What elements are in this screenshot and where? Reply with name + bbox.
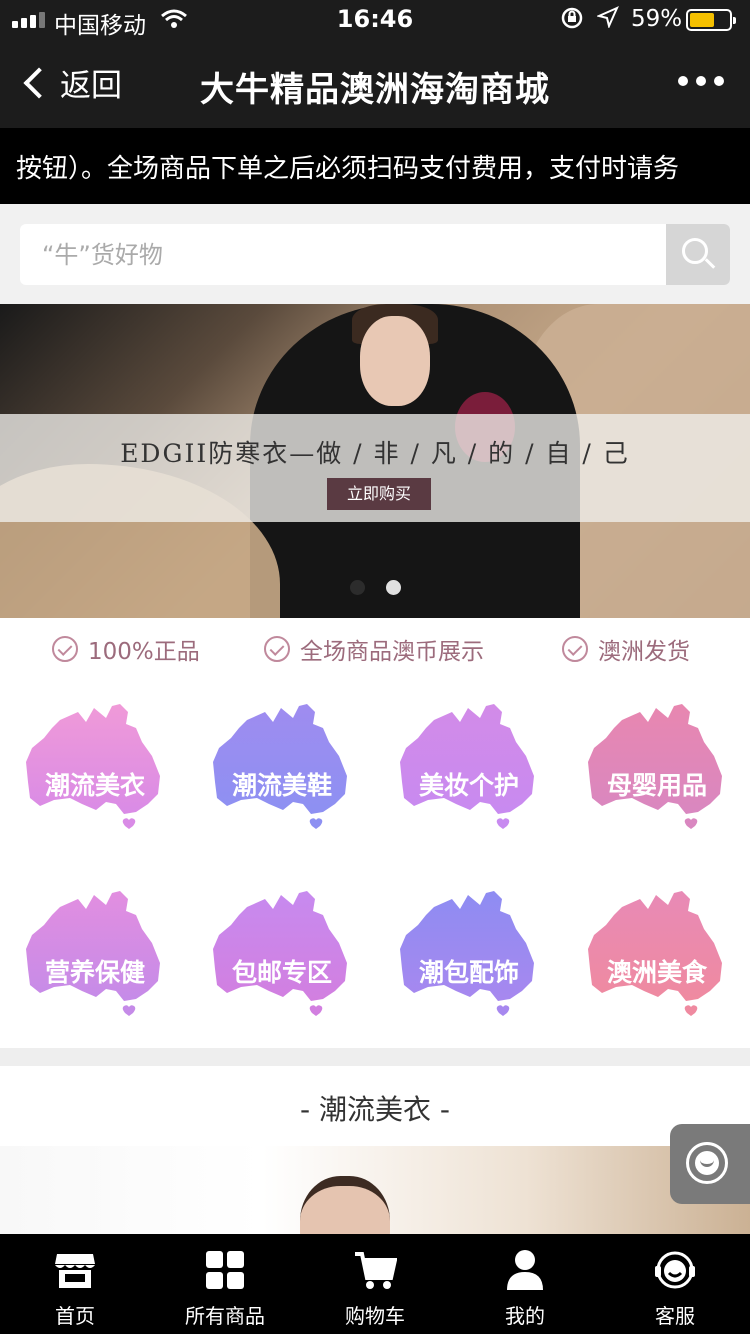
rotation-lock-icon: [560, 6, 584, 36]
section-divider: [0, 1048, 750, 1066]
search-box: [20, 224, 730, 285]
location-arrow-icon: [595, 6, 619, 34]
tab-all-products[interactable]: 所有商品: [150, 1234, 300, 1334]
carousel-dot-2-active[interactable]: [386, 580, 401, 595]
more-menu-button[interactable]: [678, 76, 724, 86]
grid-icon: [206, 1251, 244, 1289]
carousel-indicators: [0, 580, 750, 596]
carousel-dot-1[interactable]: [350, 580, 365, 595]
notice-marquee: 按钮）。全场商品下单之后必须扫码支付费用，支付时请务: [0, 128, 750, 204]
check-circle-icon: [264, 636, 290, 662]
store-icon: [55, 1254, 95, 1288]
category-item-free-shipping[interactable]: 包邮专区: [207, 885, 357, 1045]
section-banner-image[interactable]: [0, 1146, 750, 1234]
page-title: 大牛精品澳洲海淘商城: [200, 70, 550, 110]
guarantee-strip: 100%正品 全场商品澳币展示 澳洲发货: [0, 618, 750, 676]
status-bar: 中国移动 16:46 59%: [0, 0, 750, 40]
battery-icon: [686, 9, 736, 31]
category-item-bags[interactable]: 潮包配饰: [394, 885, 544, 1045]
service-icon: [655, 1251, 695, 1289]
banner-overlay: EDGII防寒衣—做 / 非 / 凡 / 的 / 自 / 己 立即购买: [0, 414, 750, 522]
guarantee-item: 澳洲发货: [562, 632, 690, 666]
guarantee-item: 100%正品: [52, 632, 200, 666]
category-grid: 潮流美衣 潮流美鞋 美妆个护 母婴用品 营养保健 包邮专区 潮包配饰 澳洲美食: [0, 680, 750, 1048]
tab-cart[interactable]: 购物车: [300, 1234, 450, 1334]
section-title: - 潮流美衣 -: [299, 1093, 450, 1126]
promo-banner[interactable]: EDGII防寒衣—做 / 非 / 凡 / 的 / 自 / 己 立即购买: [0, 304, 750, 618]
category-item-shoes[interactable]: 潮流美鞋: [207, 698, 357, 858]
nav-bar: 返回 大牛精品澳洲海淘商城: [0, 40, 750, 128]
search-button[interactable]: [666, 224, 730, 285]
tab-home[interactable]: 首页: [0, 1234, 150, 1334]
cart-icon: [355, 1252, 397, 1289]
bottom-tab-bar: 首页 所有商品 购物车 我的 客服: [0, 1234, 750, 1334]
category-item-health[interactable]: 营养保健: [20, 885, 170, 1045]
search-input[interactable]: [20, 224, 666, 285]
banner-headline: EDGII防寒衣—做 / 非 / 凡 / 的 / 自 / 己: [120, 439, 630, 468]
top-bar: 中国移动 16:46 59% 返回 大牛精品澳洲海淘商城: [0, 0, 750, 128]
guarantee-item: 全场商品澳币展示: [264, 632, 484, 666]
battery-percent: 59%: [631, 6, 683, 32]
category-item-beauty[interactable]: 美妆个护: [394, 698, 544, 858]
check-circle-icon: [52, 636, 78, 662]
tab-mine[interactable]: 我的: [450, 1234, 600, 1334]
notice-text: 按钮）。全场商品下单之后必须扫码支付费用，支付时请务: [16, 154, 680, 184]
search-area: [0, 204, 750, 304]
tab-customer-service[interactable]: 客服: [600, 1234, 750, 1334]
buy-now-button[interactable]: 立即购买: [327, 478, 431, 510]
floating-service-button[interactable]: [670, 1124, 750, 1204]
user-icon: [507, 1250, 543, 1290]
category-item-baby[interactable]: 母婴用品: [582, 698, 732, 858]
check-circle-icon: [562, 636, 588, 662]
category-item-food[interactable]: 澳洲美食: [582, 885, 732, 1045]
category-item-clothing[interactable]: 潮流美衣: [20, 698, 170, 858]
